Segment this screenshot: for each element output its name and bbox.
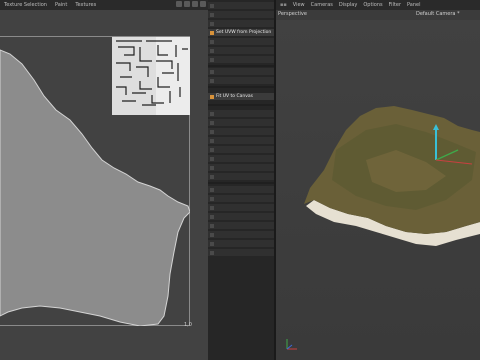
- command-icon: [210, 166, 214, 170]
- menu-item[interactable]: [208, 11, 274, 19]
- command-icon: [210, 58, 214, 62]
- command-icon: [210, 175, 214, 179]
- menu-item[interactable]: [208, 155, 274, 163]
- command-icon: [210, 121, 214, 125]
- texture-preview: [112, 37, 190, 115]
- command-icon: [210, 157, 214, 161]
- menu-item[interactable]: [208, 38, 274, 46]
- command-icon: [210, 13, 214, 17]
- projection-icon: [210, 31, 214, 35]
- fit-icon: [210, 95, 214, 99]
- menu-item[interactable]: [208, 195, 274, 203]
- texture-maze-image: [112, 37, 190, 115]
- command-icon: [210, 188, 214, 192]
- command-icon: [210, 139, 214, 143]
- uv-menubar: Texture Selection Paint Textures: [0, 0, 208, 10]
- menu-item[interactable]: [208, 47, 274, 55]
- menu-item[interactable]: [208, 2, 274, 10]
- menu-item[interactable]: [208, 222, 274, 230]
- menu-item-fit-uv-to-canvas[interactable]: Fit UV to Canvas: [208, 93, 274, 101]
- menu-item[interactable]: [208, 186, 274, 194]
- menu-separator: [208, 86, 274, 88]
- command-icon: [210, 49, 214, 53]
- search-icon[interactable]: [192, 1, 198, 7]
- menu-item[interactable]: [208, 68, 274, 76]
- uv-command-panel: Set UVW from Projection Fit UV to Canvas: [208, 0, 274, 360]
- command-icon: [210, 148, 214, 152]
- menu-item[interactable]: [208, 128, 274, 136]
- menu-separator: [208, 65, 274, 67]
- menu-item[interactable]: [208, 56, 274, 64]
- command-icon: [210, 130, 214, 134]
- menu-item-set-uvw-from-projection[interactable]: Set UVW from Projection: [208, 29, 274, 37]
- uv-editor-panel: Texture Selection Paint Textures 1,0: [0, 0, 208, 360]
- menu-item[interactable]: [208, 146, 274, 154]
- menu-textures[interactable]: Textures: [75, 0, 96, 10]
- terrain-model[interactable]: [276, 0, 480, 360]
- menu-item[interactable]: [208, 137, 274, 145]
- command-icon: [210, 206, 214, 210]
- up-icon[interactable]: [184, 1, 190, 7]
- command-icon: [210, 40, 214, 44]
- menu-texture-selection[interactable]: Texture Selection: [4, 0, 47, 10]
- menu-item[interactable]: [208, 240, 274, 248]
- menu-item[interactable]: [208, 204, 274, 212]
- command-icon: [210, 233, 214, 237]
- menu-item[interactable]: [208, 77, 274, 85]
- command-icon: [210, 242, 214, 246]
- command-icon: [210, 251, 214, 255]
- menu-item[interactable]: [208, 249, 274, 257]
- uv-toolbar-icons: [176, 1, 206, 7]
- uv-coordinate-label: 1,0: [184, 322, 192, 328]
- layout-icon[interactable]: [200, 1, 206, 7]
- menu-paint[interactable]: Paint: [55, 0, 67, 10]
- menu-item-label: Set UVW from Projection: [216, 30, 272, 35]
- arrow-icon[interactable]: [176, 1, 182, 7]
- menu-item[interactable]: [208, 110, 274, 118]
- menu-item[interactable]: [208, 119, 274, 127]
- viewport-panel: ▪▪ View Cameras Display Options Filter P…: [276, 0, 480, 360]
- menu-separator: [208, 182, 274, 184]
- command-icon: [210, 112, 214, 116]
- command-icon: [210, 4, 214, 8]
- menu-item[interactable]: [208, 231, 274, 239]
- command-icon: [210, 22, 214, 26]
- axis-indicator-icon: [286, 339, 297, 350]
- menu-item[interactable]: [208, 173, 274, 181]
- command-icon: [210, 79, 214, 83]
- menu-item[interactable]: [208, 164, 274, 172]
- command-icon: [210, 224, 214, 228]
- command-icon: [210, 215, 214, 219]
- menu-item[interactable]: [208, 213, 274, 221]
- command-icon: [210, 70, 214, 74]
- menu-item[interactable]: [208, 20, 274, 28]
- command-icon: [210, 197, 214, 201]
- menu-separator: [208, 104, 274, 106]
- menu-item-label: Fit UV to Canvas: [216, 94, 253, 99]
